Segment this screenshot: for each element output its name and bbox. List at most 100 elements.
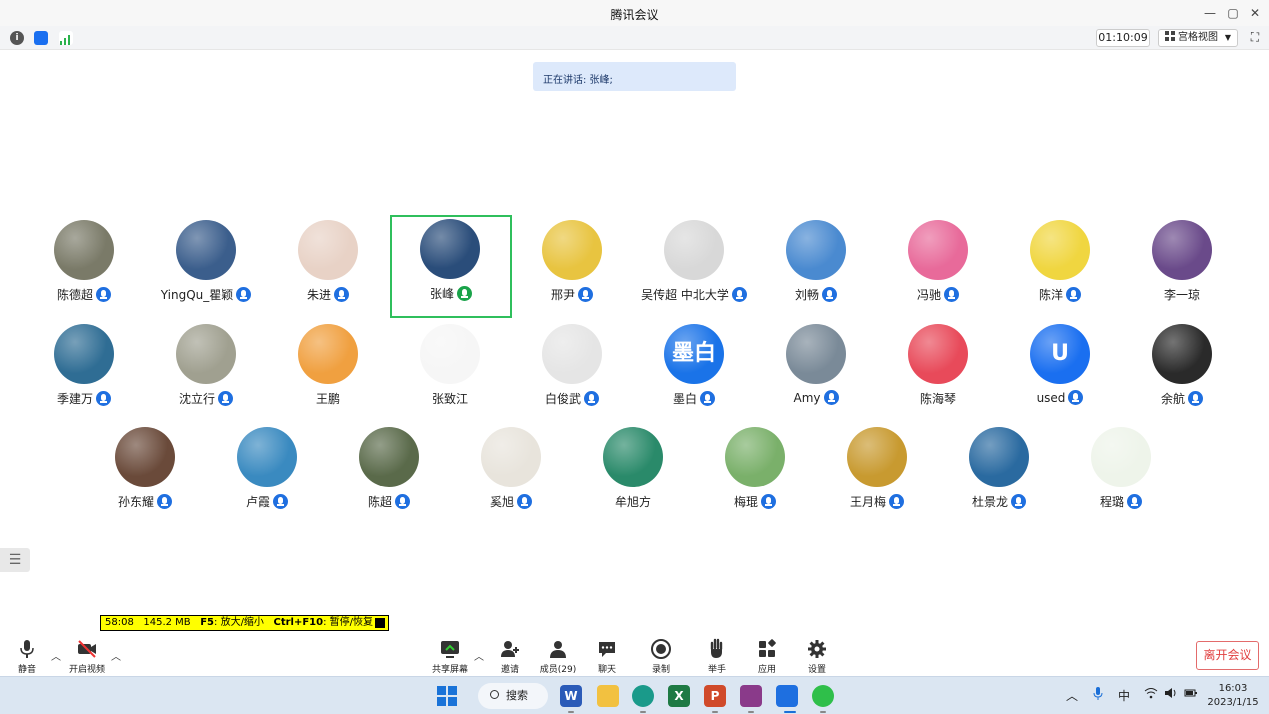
wifi-icon[interactable] <box>1144 687 1158 702</box>
close-icon[interactable]: ✕ <box>1246 4 1264 22</box>
participant-tile[interactable]: 梅琨 <box>695 423 815 519</box>
participant-tile[interactable]: 王鹏 <box>268 320 388 416</box>
participant-tile[interactable]: 白俊武 <box>512 320 632 416</box>
fullscreen-icon[interactable]: ⛶ <box>1248 30 1262 44</box>
participant-name-row: 陈洋 <box>1000 286 1120 303</box>
avatar: U <box>1030 324 1090 384</box>
invite-button[interactable]: 邀请 <box>486 636 534 675</box>
view-mode-button[interactable]: 宫格视图 ▼ <box>1158 29 1238 47</box>
avatar <box>1152 324 1212 384</box>
mic-icon <box>517 494 532 509</box>
participant-tile[interactable]: 刘畅 <box>756 216 876 312</box>
shield-icon[interactable] <box>34 31 48 45</box>
minimize-icon[interactable]: — <box>1201 4 1219 22</box>
share-options-chevron-icon[interactable]: ︿ <box>474 648 484 663</box>
participant-tile[interactable]: 杜景龙 <box>939 423 1059 519</box>
members-label: 成员(29) <box>539 665 577 675</box>
participant-tile[interactable]: 张致江 <box>390 320 510 416</box>
participant-tile[interactable]: 陈海琴 <box>878 320 998 416</box>
participant-name-row: 杜景龙 <box>939 493 1059 510</box>
mute-button[interactable]: 静音 <box>3 636 51 675</box>
avatar <box>176 220 236 280</box>
windows-start-icon[interactable] <box>436 685 458 707</box>
participant-name-row: 孙东耀 <box>85 493 205 510</box>
participant-name: 沈立行 <box>178 392 215 406</box>
signal-icon[interactable] <box>59 31 73 45</box>
word-icon[interactable]: W <box>560 685 582 707</box>
mic-options-chevron-icon[interactable]: ︿ <box>51 648 61 663</box>
tray-microphone-icon[interactable] <box>1093 687 1103 704</box>
avatar <box>1030 220 1090 280</box>
participant-tile[interactable]: YingQu_瞿颖 <box>146 216 266 312</box>
participant-name-row: 奚旭 <box>451 493 571 510</box>
start-video-button[interactable]: 开启视频 <box>63 636 111 675</box>
battery-icon[interactable] <box>1184 687 1198 702</box>
avatar <box>481 427 541 487</box>
participant-tile[interactable]: 李一琼 <box>1122 216 1242 312</box>
taskbar-clock[interactable]: 16:03 2023/1/15 <box>1206 682 1260 710</box>
powerpoint-icon[interactable]: P <box>704 685 726 707</box>
avatar <box>1152 220 1212 280</box>
participant-tile[interactable]: 季建万 <box>24 320 144 416</box>
pause-hint-key: Ctrl+F10 <box>273 617 324 628</box>
leave-meeting-button[interactable]: 离开会议 <box>1196 641 1259 670</box>
mic-icon <box>334 287 349 302</box>
wechat-icon[interactable] <box>812 685 834 707</box>
video-options-chevron-icon[interactable]: ︿ <box>111 648 121 663</box>
participant-tile[interactable]: 陈德超 <box>24 216 144 312</box>
excel-icon[interactable]: X <box>668 685 690 707</box>
participant-name-row: 陈超 <box>329 493 449 510</box>
participant-tile[interactable]: 陈超 <box>329 423 449 519</box>
avatar <box>786 220 846 280</box>
apps-icon <box>759 639 776 657</box>
stop-recording-button[interactable] <box>375 618 385 628</box>
participant-name-row: 陈海琴 <box>878 390 998 407</box>
mic-icon <box>1068 390 1084 405</box>
input-method-indicator[interactable]: 中 <box>1118 687 1130 704</box>
participant-tile[interactable]: 墨白 墨白 <box>634 320 754 416</box>
restore-icon[interactable]: ▢ <box>1224 4 1242 22</box>
participant-tile[interactable]: 孙东耀 <box>85 423 205 519</box>
participant-name-row: 李一琼 <box>1122 286 1242 303</box>
mic-icon <box>273 494 288 509</box>
members-button[interactable]: 成员(29) <box>534 636 582 675</box>
participant-tile[interactable]: 王月梅 <box>817 423 937 519</box>
apps-button[interactable]: 应用 <box>743 636 791 675</box>
participant-tile[interactable]: Amy <box>756 320 876 416</box>
raise-hand-button[interactable]: 举手 <box>693 636 741 675</box>
edge-icon[interactable] <box>632 685 654 707</box>
record-button[interactable]: 录制 <box>637 636 685 675</box>
participant-tile[interactable]: 卢霞 <box>207 423 327 519</box>
participant-tile[interactable]: 牟旭方 <box>573 423 693 519</box>
tray-overflow-chevron-icon[interactable]: ︿ <box>1066 687 1078 704</box>
volume-icon[interactable] <box>1164 687 1178 702</box>
winrar-icon[interactable] <box>740 685 762 707</box>
settings-button[interactable]: 设置 <box>793 636 841 675</box>
participant-tile[interactable]: 吴传超 中北大学 <box>634 216 754 312</box>
side-panel-toggle[interactable]: ☰ <box>0 548 30 572</box>
info-icon[interactable]: i <box>10 31 24 45</box>
participant-tile[interactable]: 奚旭 <box>451 423 571 519</box>
gear-icon <box>808 640 826 658</box>
mic-icon <box>578 287 593 302</box>
participant-tile[interactable]: 朱进 <box>268 216 388 312</box>
chat-button[interactable]: 聊天 <box>583 636 631 675</box>
participant-tile[interactable]: Uused <box>1000 320 1120 416</box>
avatar <box>298 220 358 280</box>
participant-name: 陈洋 <box>1038 288 1063 302</box>
participant-tile[interactable]: 沈立行 <box>146 320 266 416</box>
avatar <box>237 427 297 487</box>
file-explorer-icon[interactable] <box>597 685 619 707</box>
participant-tile[interactable]: 张峰 <box>390 215 512 318</box>
share-screen-button[interactable]: 共享屏幕 <box>426 636 474 675</box>
participant-tile[interactable]: 邢尹 <box>512 216 632 312</box>
participant-tile[interactable]: 陈洋 <box>1000 216 1120 312</box>
participant-name-row: 余航 <box>1122 390 1242 407</box>
participant-tile[interactable]: 余航 <box>1122 320 1242 416</box>
mic-icon <box>218 391 233 406</box>
tencent-meeting-icon[interactable] <box>776 685 798 707</box>
participant-tile[interactable]: 冯驰 <box>878 216 998 312</box>
taskbar-search[interactable]: 搜索 <box>478 683 548 709</box>
meeting-timer: 01:10:09 <box>1096 29 1150 47</box>
participant-tile[interactable]: 程璐 <box>1061 423 1181 519</box>
